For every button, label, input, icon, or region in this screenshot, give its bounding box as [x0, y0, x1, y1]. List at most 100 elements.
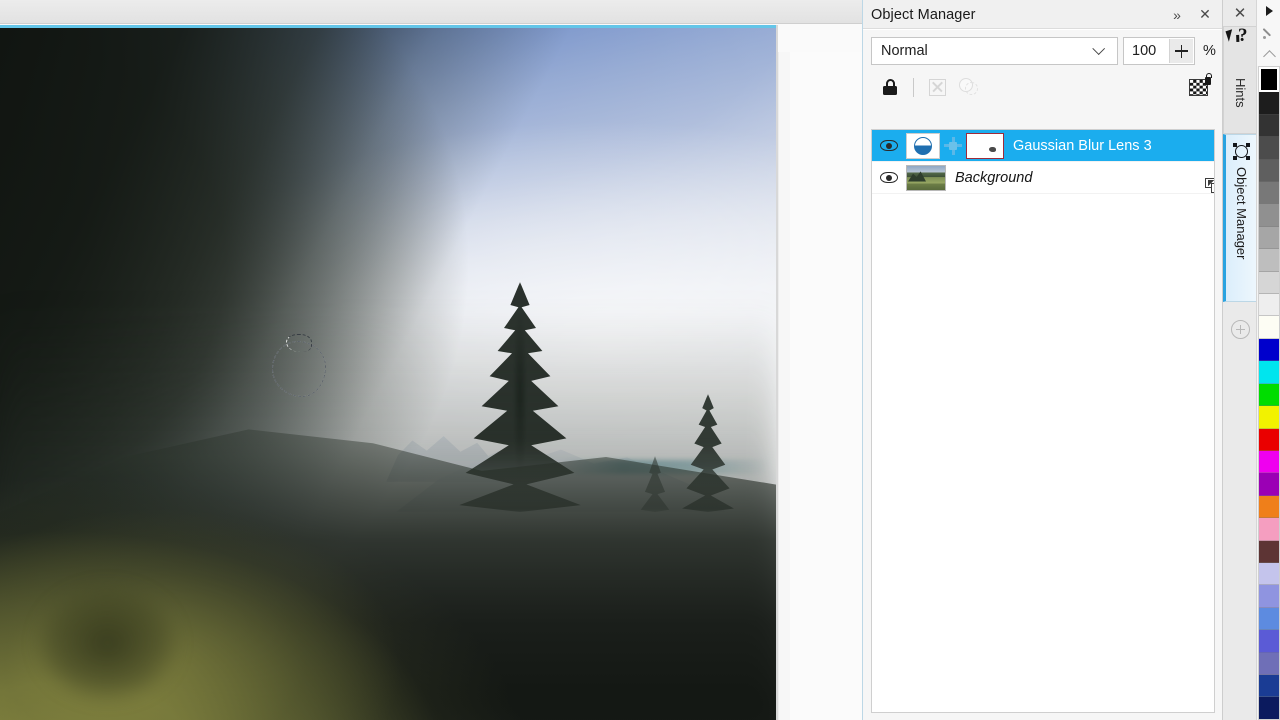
- palette-swatch[interactable]: [1259, 383, 1279, 407]
- opacity-input[interactable]: 100: [1123, 37, 1195, 65]
- palette-swatch[interactable]: [1259, 630, 1279, 653]
- percent-label: %: [1203, 43, 1216, 59]
- palette-swatch[interactable]: [1259, 697, 1279, 719]
- palette-swatch[interactable]: [1259, 495, 1279, 519]
- object-manager-toolbar: [863, 71, 1223, 103]
- palette-swatch[interactable]: [1259, 226, 1279, 250]
- mask-thumbnail[interactable]: [966, 132, 1004, 159]
- thumbnail-peaks: [908, 171, 926, 182]
- palette-swatch[interactable]: [1259, 114, 1279, 138]
- right-tool-column: [1256, 0, 1280, 720]
- object-thumbnails: [906, 164, 946, 191]
- object-name-label: Background: [955, 169, 1033, 186]
- triangle-right-icon: [1265, 6, 1273, 16]
- mask-blot: [989, 146, 996, 152]
- lock-icon: [883, 79, 897, 95]
- palette-swatch[interactable]: [1259, 473, 1279, 496]
- hints-tab-label: Hints: [1233, 78, 1248, 108]
- meadow-bush: [40, 588, 175, 698]
- canvas-top-strip: [0, 0, 862, 23]
- palette-mini-toolbar: [1257, 0, 1280, 66]
- palette-swatch[interactable]: [1259, 159, 1279, 183]
- blend-controls-row: Normal 100 %: [863, 30, 1223, 71]
- palette-swatch[interactable]: [1259, 249, 1279, 272]
- corel-photo-paint-window: Object Manager » ✕ Normal 100 % Gaussian…: [0, 0, 1280, 720]
- palette-swatch[interactable]: [1259, 585, 1279, 608]
- close-docker-button[interactable]: ✕: [1192, 3, 1218, 27]
- object-list[interactable]: Gaussian Blur Lens 3 Background: [871, 129, 1215, 713]
- lens-thumbnail[interactable]: [906, 132, 940, 159]
- color-palette[interactable]: [1258, 65, 1280, 720]
- object-name-label: Gaussian Blur Lens 3: [1013, 137, 1152, 154]
- collapse-docker-button[interactable]: »: [1164, 3, 1190, 27]
- toolbar-separator: [913, 77, 914, 97]
- palette-swatch[interactable]: [1259, 428, 1279, 451]
- add-docker-button[interactable]: [1231, 320, 1250, 339]
- alpha-box-icon: [928, 78, 946, 96]
- palette-swatch[interactable]: [1259, 137, 1279, 160]
- chevron-up-icon: [1262, 50, 1276, 63]
- canvas-top-edge-highlight: [0, 25, 778, 28]
- table-row[interactable]: Gaussian Blur Lens 3: [872, 130, 1214, 162]
- chevron-down-icon: [1092, 42, 1106, 56]
- palette-swatch[interactable]: [1259, 92, 1279, 115]
- question-mark-icon: ?: [1238, 25, 1248, 46]
- palette-swatch[interactable]: [1259, 361, 1279, 384]
- lock-transparency-checker-button[interactable]: [1183, 73, 1213, 101]
- close-dockers-button[interactable]: ✕: [1223, 2, 1257, 24]
- docker-title-buttons: » ✕: [1164, 0, 1218, 29]
- create-mask-button[interactable]: [954, 73, 984, 101]
- photo-thumbnail[interactable]: [906, 164, 946, 191]
- merge-mode-select[interactable]: Normal: [871, 37, 1118, 65]
- object-manager-tab[interactable]: Object Manager: [1223, 134, 1257, 302]
- edit-alpha-button[interactable]: [922, 73, 952, 101]
- palette-swatch[interactable]: [1258, 65, 1280, 94]
- transparency-checker-icon: [1188, 73, 1212, 96]
- palette-swatch[interactable]: [1259, 652, 1279, 675]
- eyedropper-button[interactable]: [1257, 22, 1280, 44]
- object-thumbnails: [906, 132, 1004, 159]
- lens-icon: [914, 136, 932, 155]
- palette-scroll-up-button[interactable]: [1257, 44, 1280, 66]
- move-handles-icon: [943, 136, 963, 156]
- palette-swatch[interactable]: [1259, 294, 1279, 317]
- eye-icon: [880, 172, 898, 183]
- opacity-value: 100: [1132, 43, 1157, 59]
- cursor-arrow-icon: [1225, 29, 1236, 42]
- canvas-right-gutter-inner: [790, 52, 862, 720]
- merge-mode-value: Normal: [881, 43, 928, 59]
- palette-scroll-button[interactable]: [1257, 0, 1280, 22]
- palette-swatch[interactable]: [1259, 316, 1279, 339]
- palette-swatch[interactable]: [1259, 674, 1279, 698]
- object-manager-docker: Object Manager » ✕ Normal 100 % Gaussian…: [862, 0, 1223, 720]
- palette-swatch[interactable]: [1259, 182, 1279, 205]
- lock-transparency-button[interactable]: [875, 73, 905, 101]
- whats-this-cursor-icon: ?: [1225, 25, 1253, 54]
- image-canvas[interactable]: [0, 28, 777, 720]
- palette-swatch[interactable]: [1259, 540, 1279, 563]
- object-visibility-toggle[interactable]: [872, 140, 906, 151]
- docker-body: Normal 100 % Gaussian Blur Lens 3 Backgr…: [863, 29, 1223, 720]
- palette-swatch[interactable]: [1259, 338, 1279, 362]
- lasso-selection-marquee-top: [286, 334, 312, 352]
- palette-swatch[interactable]: [1259, 518, 1279, 541]
- object-visibility-toggle[interactable]: [872, 172, 906, 183]
- eyedropper-icon: [1263, 27, 1275, 39]
- table-row[interactable]: Background: [872, 162, 1214, 194]
- object-manager-icon: [1233, 143, 1250, 160]
- docker-tab-strip: ✕ Hints ? Object Manager: [1222, 0, 1257, 720]
- object-manager-tab-label: Object Manager: [1234, 167, 1249, 260]
- page-title: Object Manager: [871, 6, 976, 23]
- document-area: [0, 0, 862, 720]
- palette-swatch[interactable]: [1259, 406, 1279, 429]
- palette-swatch[interactable]: [1259, 204, 1279, 227]
- docker-title-bar: Object Manager » ✕: [863, 0, 1222, 29]
- palette-swatch[interactable]: [1259, 271, 1279, 295]
- palette-swatch[interactable]: [1259, 562, 1279, 586]
- eye-icon: [880, 140, 898, 151]
- opacity-stepper[interactable]: [1169, 39, 1193, 63]
- palette-swatch[interactable]: [1259, 607, 1279, 631]
- palette-swatch[interactable]: [1259, 450, 1279, 474]
- canvas-right-edge: [776, 25, 778, 720]
- small-lock-icon: [1204, 73, 1212, 85]
